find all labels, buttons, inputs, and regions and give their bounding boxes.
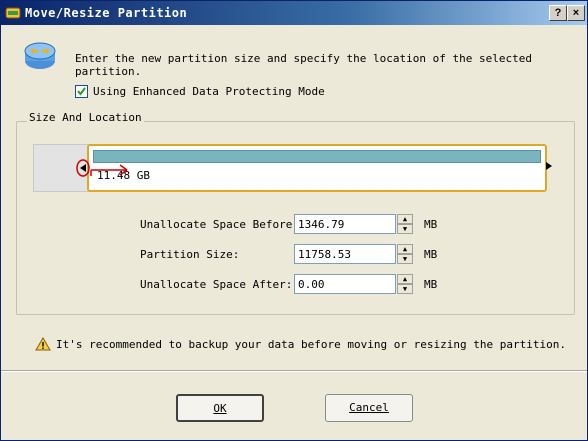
dialog-body: Enter the new partition size and specify… xyxy=(1,25,587,440)
partition-size-input[interactable] xyxy=(294,244,396,264)
backup-warning: It's recommended to backup your data bef… xyxy=(35,337,566,351)
warning-text: It's recommended to backup your data bef… xyxy=(56,337,566,351)
close-button[interactable]: × xyxy=(567,5,585,21)
enhanced-protect-checkbox[interactable] xyxy=(75,85,88,98)
window-title: Move/Resize Partition xyxy=(25,6,188,20)
unit-label: MB xyxy=(424,278,438,291)
increment-up-icon[interactable]: ▲ xyxy=(397,244,413,254)
checkmark-icon xyxy=(77,87,86,96)
partition-map: 11.48 GB xyxy=(33,144,553,192)
intro-text: Enter the new partition size and specify… xyxy=(75,52,532,78)
cancel-button[interactable]: Cancel xyxy=(325,394,413,422)
increment-up-icon[interactable]: ▲ xyxy=(397,274,413,284)
cancel-label: Cancel xyxy=(349,401,389,414)
size-location-label: Size And Location xyxy=(27,111,144,124)
drag-direction-arrow-icon xyxy=(90,164,128,176)
partition-block[interactable]: 11.48 GB xyxy=(87,144,547,192)
partition-size-field-label: Partition Size: xyxy=(140,248,240,261)
title-bar[interactable]: Move/Resize Partition ? × xyxy=(1,1,587,25)
resize-partition-icon xyxy=(24,42,56,69)
unit-label: MB xyxy=(424,218,438,231)
partition-used-stripe xyxy=(93,150,541,163)
unallocate-after-input[interactable] xyxy=(294,274,396,294)
unallocate-before-spinner[interactable]: ▲ ▼ xyxy=(294,214,414,236)
decrement-down-icon[interactable]: ▼ xyxy=(397,224,413,234)
increment-up-icon[interactable]: ▲ xyxy=(397,214,413,224)
ok-label: OK xyxy=(213,402,227,415)
decrement-down-icon[interactable]: ▼ xyxy=(397,284,413,294)
move-resize-dialog: Move/Resize Partition ? × Enter the new … xyxy=(0,0,588,441)
unit-label: MB xyxy=(424,248,438,261)
warning-icon xyxy=(35,337,51,351)
decrement-down-icon[interactable]: ▼ xyxy=(397,254,413,264)
right-resize-handle-icon[interactable] xyxy=(545,161,553,171)
ok-button[interactable]: OK xyxy=(176,394,264,422)
enhanced-protect-label: Using Enhanced Data Protecting Mode xyxy=(93,85,325,98)
enhanced-protect-option[interactable]: Using Enhanced Data Protecting Mode xyxy=(75,85,325,98)
partition-app-icon xyxy=(5,7,21,19)
partition-size-spinner[interactable]: ▲ ▼ xyxy=(294,244,414,266)
help-button[interactable]: ? xyxy=(549,5,567,21)
unallocate-before-label: Unallocate Space Before: xyxy=(140,218,299,231)
unallocate-before-input[interactable] xyxy=(294,214,396,234)
unallocate-after-spinner[interactable]: ▲ ▼ xyxy=(294,274,414,296)
unallocate-after-label: Unallocate Space After: xyxy=(140,278,293,291)
footer-divider xyxy=(1,370,587,372)
